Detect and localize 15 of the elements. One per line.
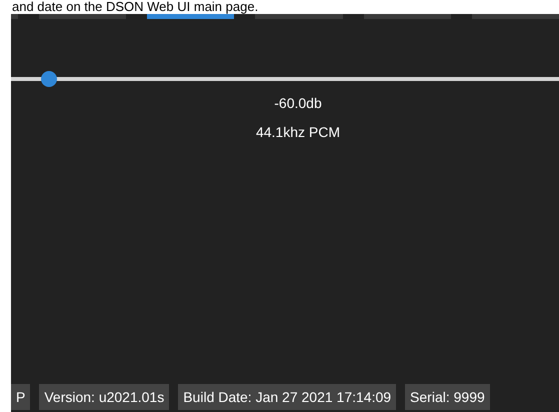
status-item: Build Date: Jan 27 2021 17:14:09 [178,384,396,410]
audio-format: 44.1khz PCM [256,123,340,142]
volume-slider[interactable] [11,73,559,85]
tab[interactable] [11,14,18,19]
page-text: and date on the DSON Web UI main page. [12,0,258,14]
tab[interactable] [364,14,451,19]
tab[interactable] [39,14,126,19]
tab[interactable] [255,14,343,19]
status-item: Version: u2021.01s [39,384,170,410]
tab[interactable] [147,14,234,19]
tab[interactable] [472,14,559,19]
status-item: Serial: 9999 [405,384,490,410]
slider-thumb[interactable] [41,71,58,87]
status-item: P [11,384,30,410]
volume-reading: -60.0db [274,94,322,113]
